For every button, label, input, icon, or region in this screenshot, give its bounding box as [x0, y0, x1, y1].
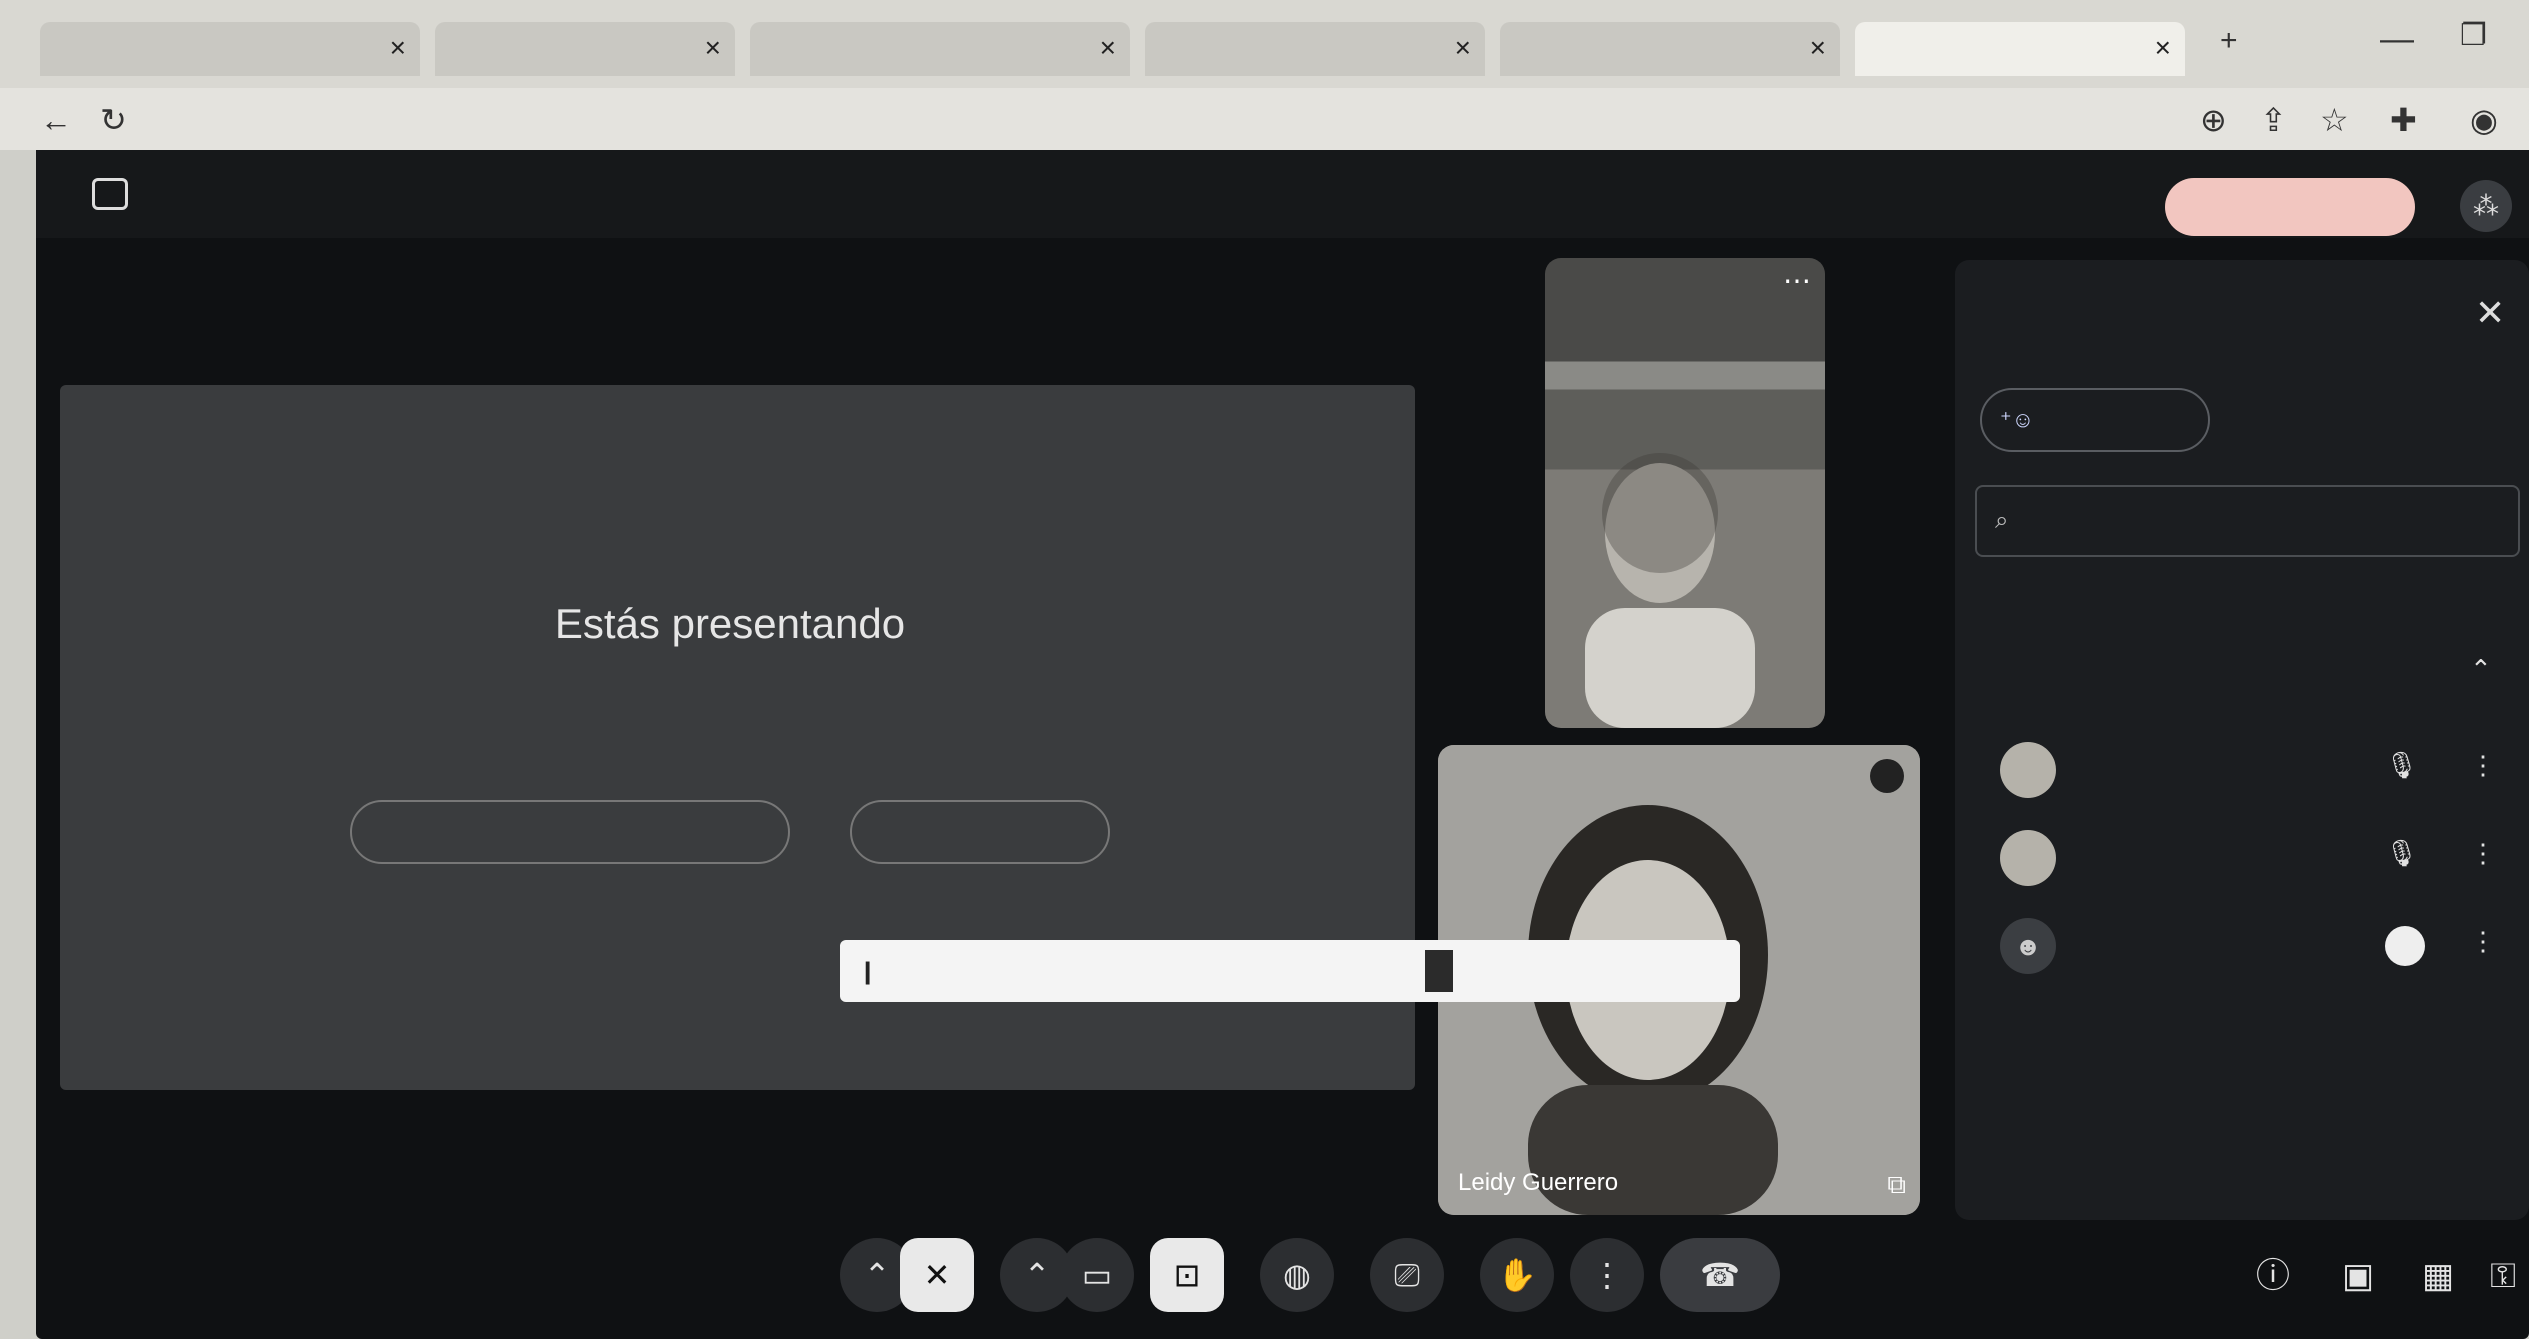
frame-icon[interactable]: ⧉: [1887, 1169, 1906, 1201]
search-icon: ⌕: [1995, 507, 2009, 534]
mic-off-button[interactable]: ✕: [900, 1238, 974, 1312]
camera-button[interactable]: ▭: [1060, 1238, 1134, 1312]
pin-badge: [1870, 759, 1904, 793]
meet-top-bar: [36, 150, 2529, 238]
more-vert-icon[interactable]: ⋮: [2470, 838, 2496, 869]
back-icon[interactable]: ←: [40, 98, 72, 142]
participant-row[interactable]: 🎙 ⋮: [1975, 730, 2520, 810]
avatar: [2000, 742, 2056, 798]
add-person-icon: ⁺☺: [2000, 407, 2035, 432]
host-controls-icon[interactable]: ⚿: [2475, 1248, 2529, 1304]
more-options-button[interactable]: ⋮: [1570, 1238, 1644, 1312]
chevron-up-icon[interactable]: ⌃: [2470, 654, 2492, 685]
avatar-cluster-icon[interactable]: ⁂: [2460, 180, 2512, 232]
info-icon[interactable]: ⓘ: [2245, 1248, 2301, 1304]
presenting-title: Estás presentando: [554, 600, 906, 647]
bookmark-icon[interactable]: ☆: [2320, 98, 2349, 142]
extensions-icon[interactable]: ✚: [2390, 98, 2417, 142]
present-screen-icon: [92, 178, 128, 210]
browser-tab[interactable]: ×: [1500, 22, 1840, 76]
participant-row[interactable]: ☻ ⋮: [1975, 906, 2520, 986]
install-icon[interactable]: ⊕: [2200, 98, 2227, 142]
activities-icon[interactable]: ▦: [2410, 1248, 2466, 1304]
mic-off-icon[interactable]: 🎙: [2385, 838, 2418, 869]
search-people-input[interactable]: ⌕: [1975, 485, 2520, 557]
url-field[interactable]: [140, 98, 2040, 142]
close-icon[interactable]: ✕: [2475, 292, 2505, 334]
raise-hand-button[interactable]: ✋: [1480, 1238, 1554, 1312]
browser-tab-active[interactable]: ×: [1855, 22, 2185, 76]
browser-tab[interactable]: ×: [750, 22, 1130, 76]
new-tab-icon[interactable]: +: [2220, 24, 2238, 58]
leave-call-button[interactable]: ☎: [1660, 1238, 1780, 1312]
minimize-icon[interactable]: —: [2380, 20, 2414, 59]
avatar-placeholder-icon: ☻: [2000, 918, 2056, 974]
browser-tab[interactable]: ×: [40, 22, 420, 76]
mic-off-icon[interactable]: 🎙: [2385, 750, 2418, 781]
captions-button[interactable]: ⎚: [1370, 1238, 1444, 1312]
participant-name: Leidy Guerrero: [1458, 1169, 1619, 1196]
reload-icon[interactable]: ↻: [100, 98, 127, 142]
participant-video: [1585, 453, 1755, 728]
close-icon[interactable]: ×: [2155, 32, 2171, 64]
collaborators-group-header[interactable]: ⌃: [1975, 640, 2520, 710]
present-button[interactable]: ⊡: [1150, 1238, 1224, 1312]
stop-presenting-top-button[interactable]: [2165, 178, 2415, 236]
info-icon: ❙: [858, 958, 878, 984]
close-icon[interactable]: ×: [1810, 32, 1826, 64]
share-icon[interactable]: ⇪: [2260, 98, 2287, 142]
maximize-icon[interactable]: ❐: [2460, 18, 2487, 53]
browser-tab[interactable]: ×: [435, 22, 735, 76]
remove-icon[interactable]: [2385, 926, 2425, 966]
sharing-notification: ❙: [840, 940, 1740, 1002]
show-to-everyone-button[interactable]: [350, 800, 790, 864]
add-people-button[interactable]: ⁺☺: [1980, 388, 2210, 452]
more-vert-icon[interactable]: ⋮: [2470, 750, 2496, 781]
more-options-icon[interactable]: ⋯: [1783, 264, 1811, 297]
close-icon[interactable]: ×: [705, 32, 721, 64]
participant-row[interactable]: 🎙 ⋮: [1975, 818, 2520, 898]
chat-icon[interactable]: ▣: [2330, 1248, 2386, 1304]
browser-tab[interactable]: ×: [1145, 22, 1485, 76]
close-icon[interactable]: ×: [1100, 32, 1116, 64]
participant-tile[interactable]: ⋯: [1545, 258, 1825, 728]
avatar: [2000, 830, 2056, 886]
profile-icon[interactable]: ◉: [2470, 98, 2498, 142]
stop-presenting-button[interactable]: [850, 800, 1110, 864]
close-icon[interactable]: ×: [390, 32, 406, 64]
close-icon[interactable]: ×: [1455, 32, 1471, 64]
stop-sharing-button[interactable]: [1425, 950, 1453, 992]
more-vert-icon[interactable]: ⋮: [2470, 926, 2496, 957]
effects-button[interactable]: ◍: [1260, 1238, 1334, 1312]
